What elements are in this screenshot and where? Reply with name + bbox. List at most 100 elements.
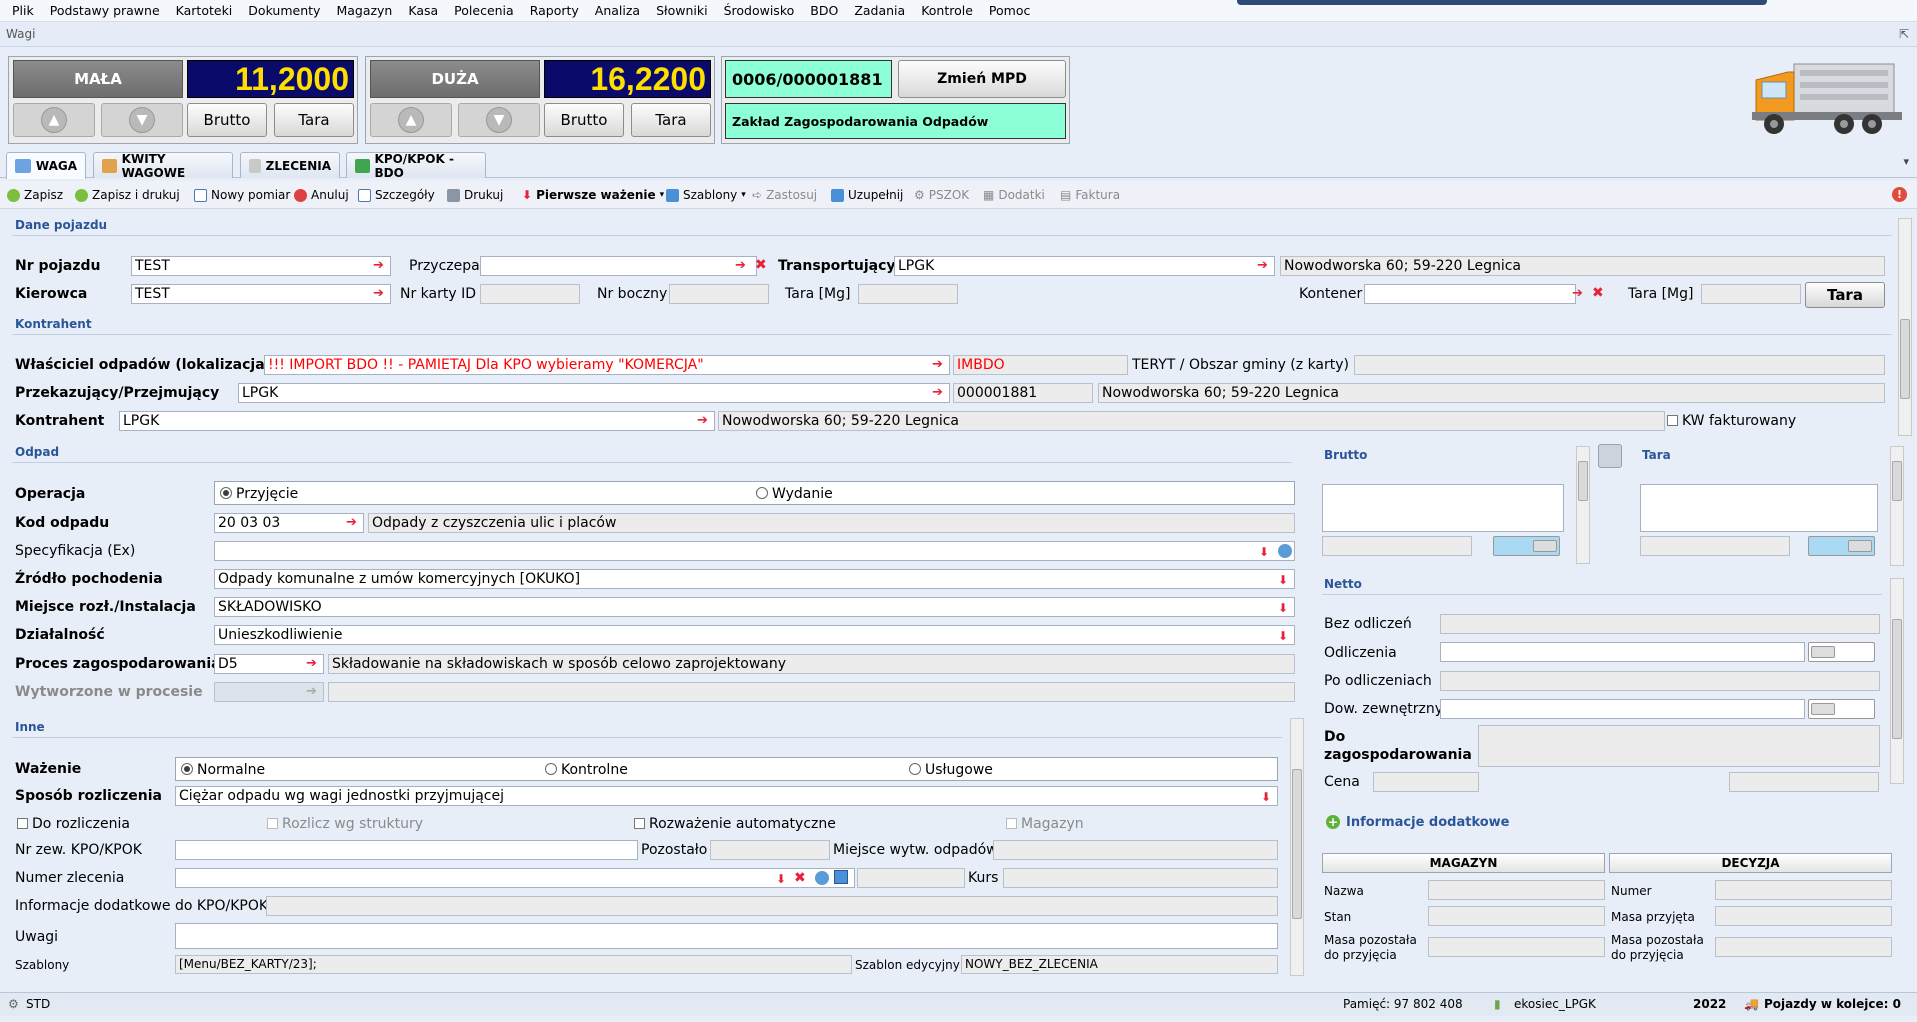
details-button[interactable]: Szczegóły <box>358 188 435 202</box>
external-doc-toggle[interactable] <box>1808 699 1875 719</box>
brutto-toggle[interactable] <box>1493 536 1560 556</box>
external-doc-input[interactable] <box>1440 699 1805 719</box>
scale-small-tara-button[interactable]: Tara <box>274 103 354 137</box>
tab-kwity-wagowe[interactable]: KWITY WAGOWE <box>93 152 233 180</box>
contractor-input[interactable]: LPGK <box>119 411 715 431</box>
arrow-right-icon[interactable]: ➔ <box>1257 258 1268 273</box>
other-scrollbar[interactable] <box>1290 718 1304 976</box>
tare-field[interactable] <box>858 284 958 304</box>
menu-magazyn[interactable]: Magazyn <box>328 3 400 18</box>
first-weigh-button[interactable]: ⬇ Pierwsze ważenie ▾ <box>522 188 664 202</box>
fill-button[interactable]: Uzupełnij <box>831 188 903 202</box>
source-input[interactable]: Odpady komunalne z umów komercyjnych [OK… <box>214 569 1295 589</box>
vehicle-nr-input[interactable]: TEST <box>131 256 391 276</box>
netto-scrollbar[interactable] <box>1890 578 1904 784</box>
gear-icon[interactable]: ⚙ <box>8 997 19 1011</box>
tab-menu-chevron-icon[interactable]: ▾ <box>1903 155 1909 168</box>
menu-kartoteki[interactable]: Kartoteki <box>168 3 241 18</box>
menu-dokumenty[interactable]: Dokumenty <box>240 3 328 18</box>
container-input[interactable] <box>1364 284 1576 304</box>
menu-kasa[interactable]: Kasa <box>400 3 446 18</box>
clear-icon[interactable]: ✖ <box>1592 285 1604 301</box>
ext-kpo-input[interactable] <box>175 840 638 860</box>
operation-in-radio[interactable]: Przyjęcie <box>220 486 298 502</box>
apply-button[interactable]: ➪ Zastosuj <box>752 188 817 202</box>
brutto-scrollbar[interactable] <box>1576 446 1590 564</box>
menu-raporty[interactable]: Raporty <box>522 3 587 18</box>
refresh-icon[interactable] <box>1278 544 1292 558</box>
auto-weigh-checkbox[interactable]: Rozważenie automatyczne <box>634 816 836 832</box>
arrow-right-icon[interactable]: ➔ <box>697 413 708 428</box>
carrier-input[interactable]: LPGK <box>894 256 1275 276</box>
waste-code-input[interactable]: 20 03 03 <box>214 513 364 533</box>
warehouse-checkbox[interactable]: Magazyn <box>1006 816 1084 832</box>
scale-big-up-button[interactable]: ▲ <box>370 103 452 137</box>
side-number-field[interactable] <box>669 284 769 304</box>
save-print-button[interactable]: Zapisz i drukuj <box>75 188 180 202</box>
tara-field[interactable] <box>1640 484 1878 532</box>
container-tare-field[interactable] <box>1701 284 1801 304</box>
activity-input[interactable]: Unieszkodliwienie <box>214 625 1295 645</box>
menu-srodowisko[interactable]: Środowisko <box>716 3 803 18</box>
trailer-input[interactable] <box>480 256 757 276</box>
tara-scrollbar[interactable] <box>1890 446 1904 566</box>
brutto-field[interactable] <box>1322 484 1564 532</box>
alert-icon[interactable]: ! <box>1892 187 1907 202</box>
tab-zlecenia[interactable]: ZLECENIA <box>240 152 340 178</box>
arrow-right-icon[interactable]: ➔ <box>932 357 943 372</box>
owner-input[interactable]: !!! IMPORT BDO !! - PAMIETAJ Dla KPO wyb… <box>264 355 950 375</box>
menu-analiza[interactable]: Analiza <box>587 3 648 18</box>
arrow-down-icon[interactable]: ⬇ <box>1278 629 1288 643</box>
arrow-right-icon[interactable]: ➔ <box>346 515 357 530</box>
save-button[interactable]: Zapisz <box>7 188 63 202</box>
arrow-right-icon[interactable]: ➔ <box>735 258 746 273</box>
arrow-right-icon[interactable]: ➔ <box>306 684 317 699</box>
refresh-icon[interactable] <box>815 871 829 885</box>
arrow-down-icon[interactable]: ⬇ <box>776 872 786 886</box>
cancel-button[interactable]: Anuluj <box>294 188 349 202</box>
transfer-input[interactable]: LPGK <box>238 383 950 403</box>
vehicle-scrollbar[interactable] <box>1898 218 1912 436</box>
order-number-input[interactable] <box>175 868 855 888</box>
specification-input[interactable] <box>214 541 1295 561</box>
templates-button[interactable]: Szablony ▾ <box>666 188 746 202</box>
extra-info-link[interactable]: Informacje dodatkowe <box>1346 815 1510 830</box>
tara-button[interactable]: Tara <box>1805 282 1885 308</box>
arrow-right-icon[interactable]: ➔ <box>1572 286 1583 301</box>
menu-polecenia[interactable]: Polecenia <box>446 3 522 18</box>
kpo-info-field[interactable] <box>266 896 1278 916</box>
scale-small-down-button[interactable]: ▼ <box>101 103 183 137</box>
change-mpd-button[interactable]: Zmień MPD <box>898 60 1066 98</box>
menu-plik[interactable]: Plik <box>4 3 42 18</box>
notes-input[interactable] <box>175 923 1278 949</box>
settlement-input[interactable]: Ciężar odpadu wg wagi jednostki przyjmuj… <box>175 786 1278 806</box>
menu-bdo[interactable]: BDO <box>802 3 846 18</box>
deduct-input[interactable] <box>1440 642 1805 662</box>
scale-small-up-button[interactable]: ▲ <box>13 103 95 137</box>
card-id-field[interactable] <box>480 284 580 304</box>
scale-big-brutto-button[interactable]: Brutto <box>544 103 624 137</box>
invoice-button[interactable]: ▤ Faktura <box>1060 188 1120 202</box>
scale-big-tara-button[interactable]: Tara <box>631 103 711 137</box>
expand-plus-icon[interactable]: + <box>1326 815 1340 829</box>
arrow-right-icon[interactable]: ➔ <box>932 385 943 400</box>
print-button[interactable]: Drukuj <box>447 188 503 202</box>
menu-slowniki[interactable]: Słowniki <box>648 3 715 18</box>
extras-button[interactable]: ▦ Dodatki <box>983 188 1045 202</box>
menu-kontrole[interactable]: Kontrole <box>913 3 981 18</box>
tab-waga[interactable]: WAGA <box>6 152 86 179</box>
tab-kpo-bdo[interactable]: KPO/KPOK - BDO <box>346 152 486 180</box>
deduct-toggle[interactable] <box>1808 642 1875 662</box>
menu-zadania[interactable]: Zadania <box>846 3 913 18</box>
menu-podstawy-prawne[interactable]: Podstawy prawne <box>42 3 168 18</box>
pin-icon[interactable]: ⇱ <box>1899 27 1909 41</box>
scale-small-brutto-button[interactable]: Brutto <box>187 103 267 137</box>
clear-icon[interactable]: ✖ <box>755 257 767 273</box>
arrow-right-icon[interactable]: ➔ <box>373 286 384 301</box>
arrow-right-icon[interactable]: ➔ <box>306 656 317 671</box>
menu-pomoc[interactable]: Pomoc <box>981 3 1038 18</box>
arrow-down-icon[interactable]: ⬇ <box>1261 790 1271 804</box>
pszok-button[interactable]: ⚙ PSZOK <box>914 188 969 202</box>
edit-icon[interactable] <box>834 870 848 884</box>
driver-input[interactable]: TEST <box>131 284 391 304</box>
